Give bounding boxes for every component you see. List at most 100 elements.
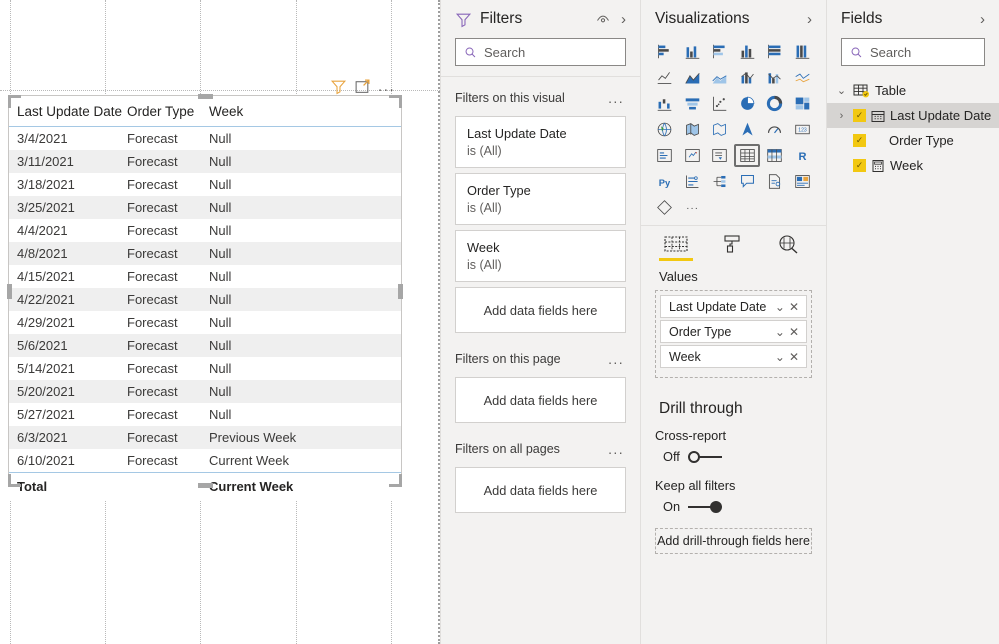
viz-type-card[interactable]: 123	[789, 118, 815, 141]
viz-type-line-chart[interactable]	[652, 66, 678, 89]
value-well[interactable]: Order Type ⌄ ✕	[660, 320, 807, 343]
column-header-week[interactable]: Week	[209, 96, 401, 127]
viz-type-map[interactable]	[652, 118, 678, 141]
viz-type-stacked-area-chart[interactable]	[707, 66, 733, 89]
viz-type-ribbon-chart[interactable]	[789, 66, 815, 89]
filter-card[interactable]: Week is (All)	[455, 230, 626, 282]
filter-group-more-icon[interactable]: ...	[608, 91, 624, 105]
column-header-order-type[interactable]: Order Type	[127, 96, 209, 127]
viz-type-funnel-chart[interactable]	[679, 92, 705, 115]
viz-type-paginated-report[interactable]	[789, 170, 815, 193]
fields-tree-item-last-update-date[interactable]: › Last Update Date	[827, 103, 999, 128]
remove-icon[interactable]: ✕	[787, 300, 801, 314]
values-field-wells[interactable]: Last Update Date ⌄ ✕ Order Type ⌄ ✕ Week ⌄ ✕	[655, 290, 812, 378]
filter-group-more-icon[interactable]: ...	[608, 442, 624, 456]
viz-type-area-chart[interactable]	[679, 66, 705, 89]
viz-type-donut-chart[interactable]	[762, 92, 788, 115]
table-row[interactable]: 4/8/2021 Forecast Null	[9, 242, 401, 265]
cross-report-toggle-row[interactable]: Off	[641, 449, 826, 478]
table-row[interactable]: 5/6/2021 Forecast Null	[9, 334, 401, 357]
filter-dropzone[interactable]: Add data fields here	[455, 467, 626, 513]
format-tab[interactable]	[715, 234, 749, 261]
table-row[interactable]: 3/18/2021 Forecast Null	[9, 173, 401, 196]
collapse-filters-pane-icon[interactable]: ›	[619, 11, 628, 28]
viz-type-pie-chart[interactable]	[734, 92, 760, 115]
viz-type-get-more-visuals[interactable]: ···	[679, 196, 705, 219]
table-row[interactable]: 5/14/2021 Forecast Null	[9, 357, 401, 380]
viz-type-key-influencers[interactable]	[679, 170, 705, 193]
resize-handle-bottom[interactable]	[198, 483, 213, 488]
field-checkbox[interactable]	[853, 159, 866, 172]
resize-handle-right[interactable]	[398, 284, 403, 299]
viz-type-100-stacked-bar-chart[interactable]	[762, 40, 788, 63]
report-canvas[interactable]: ... Last Update Date Order Type Week 3/4…	[0, 0, 440, 644]
chevron-down-icon[interactable]: ⌄	[773, 300, 787, 314]
viz-type-stacked-bar-chart[interactable]	[652, 40, 678, 63]
filter-card[interactable]: Last Update Date is (All)	[455, 116, 626, 168]
collapse-visualizations-pane-icon[interactable]: ›	[805, 11, 814, 28]
table-row[interactable]: 3/25/2021 Forecast Null	[9, 196, 401, 219]
remove-icon[interactable]: ✕	[787, 325, 801, 339]
value-well[interactable]: Week ⌄ ✕	[660, 345, 807, 368]
focus-mode-icon[interactable]	[354, 78, 371, 95]
viz-type-line-and-stacked-column-chart[interactable]	[734, 66, 760, 89]
viz-type-smart-narrative[interactable]	[762, 170, 788, 193]
fields-tree-items[interactable]: › Last Update Date Order Type Week	[827, 103, 999, 178]
analytics-tab[interactable]	[771, 234, 805, 261]
fields-tab[interactable]	[659, 234, 693, 261]
table-row[interactable]: 4/4/2021 Forecast Null	[9, 219, 401, 242]
fields-search-input[interactable]: Search	[841, 38, 985, 66]
remove-icon[interactable]: ✕	[787, 350, 801, 364]
table-row[interactable]: 4/22/2021 Forecast Null	[9, 288, 401, 311]
viz-type-python-visual[interactable]: Py	[652, 170, 678, 193]
viz-type-100-stacked-column-chart[interactable]	[789, 40, 815, 63]
visual-header-toolbar[interactable]: ...	[330, 78, 395, 95]
chevron-down-icon[interactable]: ⌄	[773, 350, 787, 364]
eye-hide-icon[interactable]	[595, 11, 611, 27]
viz-type-kpi[interactable]	[679, 144, 705, 167]
data-table[interactable]: Last Update Date Order Type Week 3/4/202…	[9, 96, 401, 500]
collapse-fields-pane-icon[interactable]: ›	[978, 11, 987, 28]
filter-group-more-icon[interactable]: ...	[608, 352, 624, 366]
table-row[interactable]: 5/20/2021 Forecast Null	[9, 380, 401, 403]
table-visual[interactable]: Last Update Date Order Type Week 3/4/202…	[7, 94, 403, 500]
viz-type-waterfall-chart[interactable]	[652, 92, 678, 115]
chevron-down-icon[interactable]: ⌄	[835, 84, 848, 97]
cross-report-toggle[interactable]	[687, 450, 722, 463]
viz-type-multi-row-card[interactable]	[652, 144, 678, 167]
keep-all-filters-toggle-row[interactable]: On	[641, 499, 826, 528]
value-well[interactable]: Last Update Date ⌄ ✕	[660, 295, 807, 318]
table-row[interactable]: 5/27/2021 Forecast Null	[9, 403, 401, 426]
filters-search-input[interactable]: Search	[455, 38, 626, 66]
resize-handle-top-right[interactable]	[389, 95, 402, 108]
resize-handle-bottom-right[interactable]	[389, 474, 402, 487]
visualization-type-grid[interactable]: 123 R Py ···	[641, 36, 826, 225]
chevron-down-icon[interactable]: ⌄	[773, 325, 787, 339]
table-row[interactable]: 3/11/2021 Forecast Null	[9, 150, 401, 173]
table-row[interactable]: 4/15/2021 Forecast Null	[9, 265, 401, 288]
viz-type-qna-visual[interactable]	[734, 170, 760, 193]
viz-type-slicer[interactable]	[707, 144, 733, 167]
table-row[interactable]: 6/10/2021 Forecast Current Week	[9, 449, 401, 473]
viz-type-clustered-column-chart[interactable]	[734, 40, 760, 63]
resize-handle-left[interactable]	[7, 284, 12, 299]
filter-dropzone[interactable]: Add data fields here	[455, 377, 626, 423]
fields-tree-item-order-type[interactable]: Order Type	[827, 128, 999, 153]
viz-type-table[interactable]	[734, 144, 761, 167]
viz-type-shape-map[interactable]	[707, 118, 733, 141]
filter-dropzone[interactable]: Add data fields here	[455, 287, 626, 333]
visualization-settings-tabs[interactable]	[641, 226, 826, 261]
table-row[interactable]: 4/29/2021 Forecast Null	[9, 311, 401, 334]
filter-icon[interactable]	[330, 78, 347, 95]
table-row[interactable]: 3/4/2021 Forecast Null	[9, 127, 401, 151]
viz-type-power-apps-visual[interactable]	[652, 196, 678, 219]
viz-type-gauge-chart[interactable]	[762, 118, 788, 141]
viz-type-filled-map[interactable]	[679, 118, 705, 141]
resize-handle-top-left[interactable]	[8, 95, 21, 108]
viz-type-stacked-column-chart[interactable]	[679, 40, 705, 63]
resize-handle-top[interactable]	[198, 94, 213, 99]
column-header-last-update-date[interactable]: Last Update Date	[9, 96, 127, 127]
table-row[interactable]: 6/3/2021 Forecast Previous Week	[9, 426, 401, 449]
fields-tree-item-week[interactable]: Week	[827, 153, 999, 178]
keep-all-filters-toggle[interactable]	[688, 500, 723, 513]
